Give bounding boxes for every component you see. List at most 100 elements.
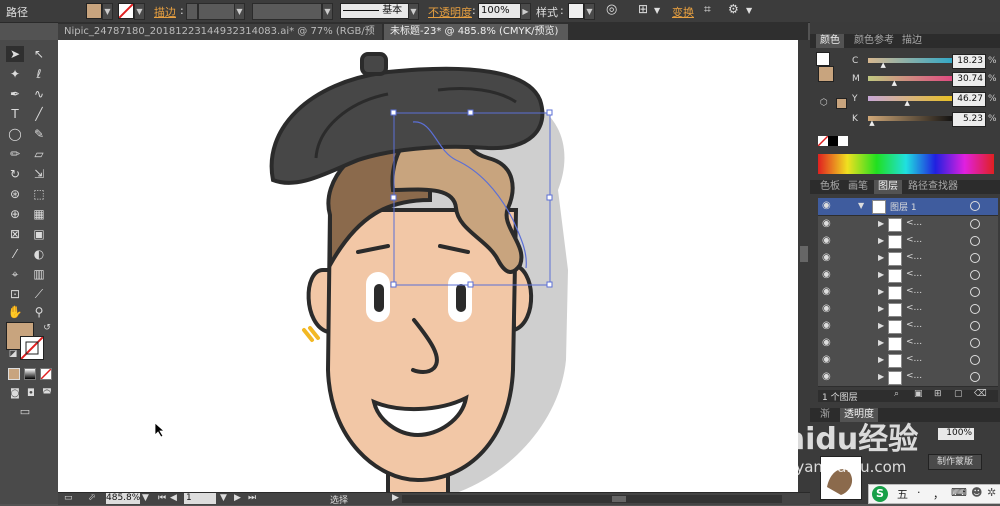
slider-knob[interactable]: ▲ (869, 119, 874, 127)
eyedropper-tool-icon[interactable]: ⁄ (6, 246, 24, 262)
sublayer-row[interactable]: ◉ ▶ <... (818, 369, 998, 387)
tab-brushes[interactable]: 画笔 (844, 180, 872, 194)
ime-logo-icon[interactable]: S (872, 486, 888, 502)
sublayer-row[interactable]: ◉ ▶ <... (818, 216, 998, 234)
prev-artboard-icon[interactable]: ◀ (170, 493, 177, 503)
stroke-weight-stepper[interactable] (186, 3, 198, 20)
slider-knob[interactable]: ▲ (880, 61, 885, 69)
shape-builder-tool-icon[interactable]: ⊕ (6, 206, 24, 222)
opacity-field[interactable]: 100% (478, 3, 522, 19)
sublayer-name[interactable]: <... (906, 320, 922, 330)
none-mode-button[interactable] (40, 368, 52, 380)
zoom-tool-icon[interactable]: ⚲ (30, 304, 48, 320)
visibility-eye-icon[interactable]: ◉ (822, 200, 831, 211)
draw-inside-icon[interactable]: ◚ (38, 386, 56, 402)
zoom-field[interactable]: 485.8% (106, 493, 140, 504)
blend-tool-icon[interactable]: ◐ (30, 246, 48, 262)
artboard-number-field[interactable]: 1 (184, 493, 216, 504)
target-ring-icon[interactable] (970, 201, 980, 211)
target-ring-icon[interactable] (970, 253, 980, 263)
color-mode-button[interactable] (8, 368, 20, 380)
options-arrow-icon[interactable]: ▼ (746, 6, 752, 15)
sublayer-name[interactable]: <... (906, 371, 922, 381)
artboard-canvas[interactable] (58, 40, 798, 492)
ellipse-tool-icon[interactable]: ◯ (6, 126, 24, 142)
sublayer-row[interactable]: ◉ ▶ <... (818, 267, 998, 285)
export-icon[interactable]: ⬀ (88, 493, 96, 503)
sublayer-name[interactable]: <... (906, 235, 922, 245)
lasso-tool-icon[interactable]: ℓ (30, 66, 48, 82)
layer-row-top[interactable]: ◉ ▼ 图层 1 (818, 198, 998, 216)
channel-y-value[interactable]: 46.27 (952, 92, 986, 107)
gradient-tool-icon[interactable]: ▣ (30, 226, 48, 242)
tab-document-1[interactable]: Nipic_24787180_20181223144932314083.ai* … (58, 24, 382, 53)
visibility-eye-icon[interactable]: ◉ (822, 286, 831, 297)
sublayer-row[interactable]: ◉ ▶ <... (818, 335, 998, 353)
visibility-eye-icon[interactable]: ◉ (822, 218, 831, 229)
tab-color-guide[interactable]: 颜色参考 (850, 34, 898, 48)
new-layer-icon[interactable]: ▢ (954, 389, 963, 399)
symbol-sprayer-tool-icon[interactable]: ⌖ (6, 266, 24, 282)
gradient-mode-button[interactable] (24, 368, 36, 380)
ime-punct-label[interactable]: · (917, 486, 921, 499)
new-sublayer-icon[interactable]: ⊞ (934, 389, 942, 399)
paintbrush-tool-icon[interactable]: ✎ (30, 126, 48, 142)
free-transform-tool-icon[interactable]: ⬚ (30, 186, 48, 202)
channel-c-slider[interactable]: ▲ (868, 58, 954, 69)
selection-tool-icon[interactable]: ➤ (6, 46, 24, 62)
sublayer-row[interactable]: ◉ ▶ <... (818, 318, 998, 336)
visibility-eye-icon[interactable]: ◉ (822, 320, 831, 331)
variable-width-profile[interactable] (252, 3, 322, 20)
expand-triangle-icon[interactable]: ▶ (878, 372, 884, 381)
target-ring-icon[interactable] (970, 338, 980, 348)
last-artboard-icon[interactable]: ⏭ (248, 493, 256, 503)
mesh-tool-icon[interactable]: ⊠ (6, 226, 24, 242)
slider-knob[interactable]: ▲ (892, 79, 897, 87)
expand-triangle-icon[interactable]: ▶ (878, 338, 884, 347)
tab-pathfinder[interactable]: 路径查找器 (904, 180, 962, 194)
locate-object-icon[interactable]: ⌕ (894, 389, 899, 399)
opacity-label[interactable]: 不透明度 (428, 4, 472, 20)
ime-mode-label[interactable]: 五 (897, 486, 908, 502)
sublayer-name[interactable]: <... (906, 218, 922, 228)
tab-color[interactable]: 颜色 (816, 34, 844, 48)
sublayer-row[interactable]: ◉ ▶ <... (818, 233, 998, 251)
warp-tool-icon[interactable]: ⊛ (6, 186, 24, 202)
expand-triangle-icon[interactable]: ▶ (878, 236, 884, 245)
expand-triangle-icon[interactable]: ▶ (878, 355, 884, 364)
expand-triangle-icon[interactable]: ▶ (878, 219, 884, 228)
hand-tool-icon[interactable]: ✋ (6, 304, 24, 320)
visibility-eye-icon[interactable]: ◉ (822, 303, 831, 314)
first-artboard-icon[interactable]: ⏮ (158, 493, 166, 503)
slider-knob[interactable]: ▲ (905, 99, 910, 107)
horizontal-scrollbar[interactable] (402, 495, 782, 503)
rotate-tool-icon[interactable]: ↻ (6, 166, 24, 182)
sublayer-name[interactable]: <... (906, 286, 922, 296)
sublayer-name[interactable]: <... (906, 303, 922, 313)
brush-definition[interactable]: 基本 (340, 3, 410, 19)
brush-arrow[interactable]: ▼ (408, 3, 419, 20)
direct-selection-tool-icon[interactable]: ↖ (30, 46, 48, 62)
fill-swatch[interactable] (86, 3, 102, 19)
curvature-tool-icon[interactable]: ∿ (30, 86, 48, 102)
visibility-eye-icon[interactable]: ◉ (822, 354, 831, 365)
expand-triangle-icon[interactable]: ▶ (878, 287, 884, 296)
sublayer-name[interactable]: <... (906, 252, 922, 262)
sublayer-name[interactable]: <... (906, 269, 922, 279)
visibility-eye-icon[interactable]: ◉ (822, 337, 831, 348)
visibility-eye-icon[interactable]: ◉ (822, 371, 831, 382)
expand-triangle-icon[interactable]: ▶ (878, 304, 884, 313)
black-swatch[interactable] (828, 136, 838, 146)
tab-swatches[interactable]: 色板 (816, 180, 844, 194)
style-arrow[interactable]: ▼ (584, 3, 595, 20)
graphic-style-swatch[interactable] (568, 3, 584, 19)
fill-dropdown-arrow[interactable]: ▼ (102, 3, 113, 20)
visibility-eye-icon[interactable]: ◉ (822, 269, 831, 280)
line-tool-icon[interactable]: ╱ (30, 106, 48, 122)
isolate-icon[interactable]: ⌗ (704, 2, 711, 17)
expand-triangle-icon[interactable]: ▶ (878, 253, 884, 262)
make-mask-button[interactable]: 制作蒙版 (928, 454, 982, 470)
target-ring-icon[interactable] (970, 219, 980, 229)
stroke-swatch[interactable] (118, 3, 134, 19)
opacity-arrow[interactable]: ▶ (520, 3, 531, 20)
